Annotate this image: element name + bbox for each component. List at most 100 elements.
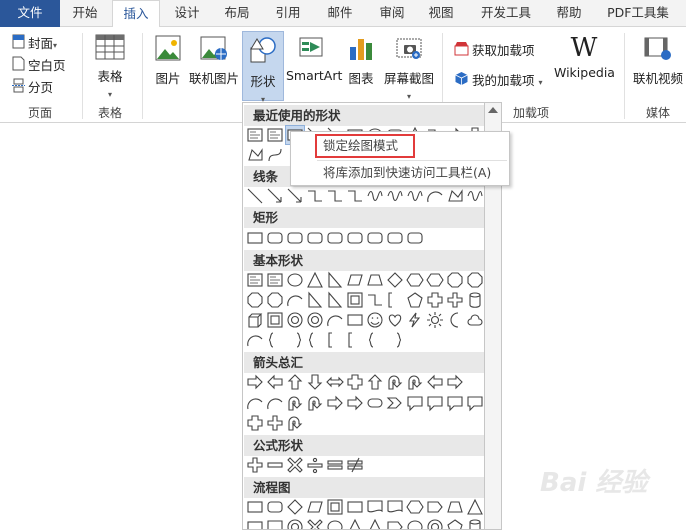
shape-curve-icon[interactable] [266, 146, 284, 164]
shape-plus-icon[interactable] [266, 414, 284, 432]
shape-circle-icon[interactable] [406, 518, 424, 529]
smartart-button[interactable]: SmartArt [286, 33, 342, 83]
wikipedia-button[interactable]: W Wikipedia [554, 33, 615, 80]
shape-uturn-icon[interactable] [286, 394, 304, 412]
shape-freeform-icon[interactable] [446, 187, 464, 205]
shape-rrect-icon[interactable] [346, 229, 364, 247]
shape-dia-icon[interactable] [386, 271, 404, 289]
online-video-button[interactable]: 联机视频 [630, 33, 686, 87]
online-picture-button[interactable]: 联机图片 [188, 33, 240, 87]
shape-rrect-icon[interactable] [386, 229, 404, 247]
shape-flowdoc-icon[interactable] [386, 498, 404, 516]
shape-pent-icon[interactable] [446, 518, 464, 529]
shape-uturn-icon[interactable] [286, 414, 304, 432]
shape-text-icon[interactable] [266, 271, 284, 289]
tab-insert[interactable]: 插入 [112, 0, 160, 28]
shape-frame-icon[interactable] [266, 311, 284, 329]
shape-dia-icon[interactable] [286, 498, 304, 516]
shape-tri-icon[interactable] [346, 518, 364, 529]
shape-rect-icon[interactable] [346, 498, 364, 516]
shape-times-icon[interactable] [286, 456, 304, 474]
shape-moon-icon[interactable] [446, 311, 464, 329]
page-break-button[interactable]: 分页 [12, 78, 53, 98]
shape-oct-icon[interactable] [466, 271, 484, 289]
tab-view[interactable]: 视图 [418, 0, 464, 27]
picture-button[interactable]: 图片 [150, 33, 186, 87]
shape-rtri-icon[interactable] [306, 291, 324, 309]
my-addins-button[interactable]: 我的加载项 ▾ [454, 71, 543, 91]
shape-tri-icon[interactable] [366, 518, 384, 529]
tab-help[interactable]: 帮助 [546, 0, 592, 27]
shape-rarrow-icon[interactable] [326, 394, 344, 412]
shape-flowterm-icon[interactable] [366, 394, 384, 412]
shape-frame-icon[interactable] [346, 291, 364, 309]
shape-uturn-icon[interactable] [386, 373, 404, 391]
shape-rect-icon[interactable] [246, 498, 264, 516]
shape-hex-icon[interactable] [406, 271, 424, 289]
shape-plus-icon[interactable] [246, 456, 264, 474]
shape-oct-icon[interactable] [266, 291, 284, 309]
shape-elbow-icon[interactable] [306, 187, 324, 205]
lock-drawing-mode-item[interactable]: 锁定绘图模式 [315, 134, 415, 158]
shape-oct-icon[interactable] [246, 291, 264, 309]
shape-sq-icon[interactable] [346, 331, 364, 349]
shape-callout-icon[interactable] [406, 394, 424, 412]
cover-page-button[interactable]: 封面▾ [12, 34, 57, 54]
shape-trap-icon[interactable] [446, 498, 464, 516]
shapes-button[interactable]: 形状 ▾ [242, 31, 284, 104]
shape-hex-icon[interactable] [406, 498, 424, 516]
shape-bracket-icon[interactable] [266, 331, 284, 349]
shape-trap-icon[interactable] [366, 271, 384, 289]
shape-cyl-icon[interactable] [466, 291, 484, 309]
shape-lrarrow-icon[interactable] [326, 373, 344, 391]
shape-uturn-icon[interactable] [306, 394, 324, 412]
shape-rrect-icon[interactable] [266, 229, 284, 247]
shape-rrect-icon[interactable] [366, 229, 384, 247]
shape-arc-icon[interactable] [266, 394, 284, 412]
shape-minus-icon[interactable] [266, 456, 284, 474]
shape-arc-icon[interactable] [246, 331, 264, 349]
shape-divide-icon[interactable] [306, 456, 324, 474]
shape-rrect-icon[interactable] [286, 229, 304, 247]
shape-rtri-icon[interactable] [326, 271, 344, 289]
shape-uarrow-icon[interactable] [286, 373, 304, 391]
shape-para-icon[interactable] [306, 498, 324, 516]
shape-arc-icon[interactable] [326, 311, 344, 329]
blank-page-button[interactable]: 空白页 [12, 56, 66, 76]
shape-rrect-icon[interactable] [306, 229, 324, 247]
shape-elbow-icon[interactable] [326, 187, 344, 205]
shape-donut-icon[interactable] [286, 311, 304, 329]
shape-cross-icon[interactable] [246, 414, 264, 432]
shape-donut-icon[interactable] [306, 311, 324, 329]
shape-elbow-icon[interactable] [346, 187, 364, 205]
shape-rrect-icon[interactable] [326, 229, 344, 247]
shape-larrow-icon[interactable] [266, 373, 284, 391]
shape-arc-icon[interactable] [426, 187, 444, 205]
shape-bolt-icon[interactable] [406, 311, 424, 329]
shape-squig-icon[interactable] [366, 187, 384, 205]
shape-elbow-icon[interactable] [366, 291, 384, 309]
shape-arrowline-icon[interactable] [266, 187, 284, 205]
tab-references[interactable]: 引用 [264, 0, 312, 27]
tab-mailings[interactable]: 邮件 [316, 0, 364, 27]
tab-layout[interactable]: 布局 [214, 0, 260, 27]
shape-notequal-icon[interactable] [346, 456, 364, 474]
shape-bracket-icon[interactable] [306, 331, 324, 349]
shape-pent-icon[interactable] [406, 291, 424, 309]
shape-uarrow-icon[interactable] [366, 373, 384, 391]
shape-times-icon[interactable] [306, 518, 324, 529]
tab-pdf-tools[interactable]: PDF工具集 [598, 0, 678, 27]
shape-circle-icon[interactable] [286, 271, 304, 289]
shape-rrect-icon[interactable] [406, 229, 424, 247]
shape-smile-icon[interactable] [366, 311, 384, 329]
shape-cloud-icon[interactable] [466, 311, 484, 329]
shape-circle-icon[interactable] [326, 518, 344, 529]
shape-donut-icon[interactable] [426, 518, 444, 529]
shape-squig-icon[interactable] [406, 187, 424, 205]
shape-uturn-icon[interactable] [406, 373, 424, 391]
shape-callout-icon[interactable] [426, 394, 444, 412]
shape-darrow-icon[interactable] [306, 373, 324, 391]
shape-flowdoc-icon[interactable] [366, 498, 384, 516]
shape-rect-icon[interactable] [346, 311, 364, 329]
shape-frame-icon[interactable] [326, 498, 344, 516]
